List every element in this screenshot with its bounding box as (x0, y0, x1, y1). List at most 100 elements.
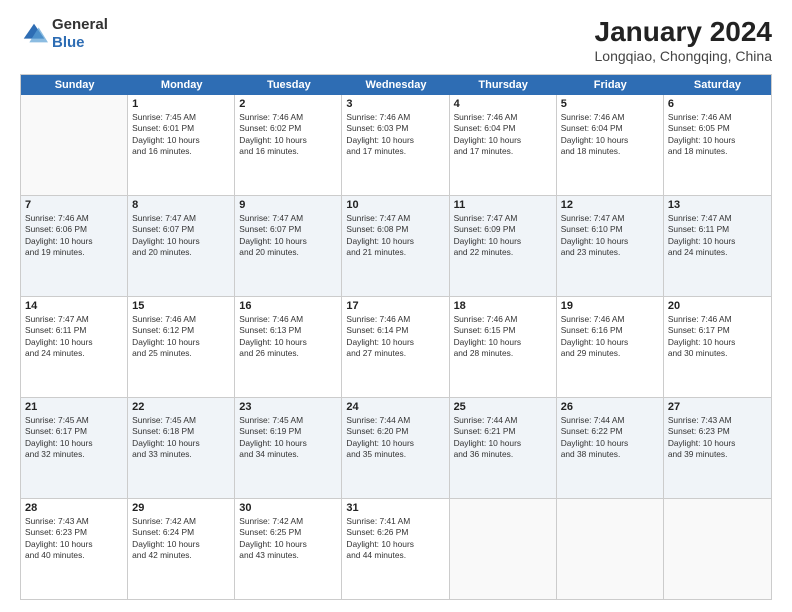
cell-info-line: and 43 minutes. (239, 550, 337, 561)
cell-info-line: Sunrise: 7:46 AM (668, 112, 767, 123)
cell-info-line: Sunrise: 7:44 AM (561, 415, 659, 426)
cal-cell-3-5: 26Sunrise: 7:44 AMSunset: 6:22 PMDayligh… (557, 398, 664, 498)
logo-blue: Blue (52, 34, 85, 51)
day-number: 29 (132, 502, 230, 514)
cell-info-line: Sunset: 6:23 PM (25, 527, 123, 538)
cell-info-line: and 33 minutes. (132, 449, 230, 460)
cell-info-line: and 24 minutes. (668, 247, 767, 258)
cal-cell-1-4: 11Sunrise: 7:47 AMSunset: 6:09 PMDayligh… (450, 196, 557, 296)
cal-cell-3-6: 27Sunrise: 7:43 AMSunset: 6:23 PMDayligh… (664, 398, 771, 498)
cell-info-line: Daylight: 10 hours (132, 438, 230, 449)
cell-info-line: Sunrise: 7:45 AM (25, 415, 123, 426)
cell-info-line: Sunset: 6:05 PM (668, 123, 767, 134)
cal-cell-0-5: 5Sunrise: 7:46 AMSunset: 6:04 PMDaylight… (557, 95, 664, 195)
cell-info-line: and 32 minutes. (25, 449, 123, 460)
cell-info-line: Sunrise: 7:46 AM (239, 314, 337, 325)
logo: General Blue (20, 16, 108, 52)
cell-info-line: and 42 minutes. (132, 550, 230, 561)
cell-info-line: and 18 minutes. (668, 146, 767, 157)
cal-cell-1-5: 12Sunrise: 7:47 AMSunset: 6:10 PMDayligh… (557, 196, 664, 296)
cal-cell-3-3: 24Sunrise: 7:44 AMSunset: 6:20 PMDayligh… (342, 398, 449, 498)
cell-info-line: Daylight: 10 hours (132, 236, 230, 247)
cell-info-line: Sunrise: 7:47 AM (454, 213, 552, 224)
cell-info-line: Sunrise: 7:46 AM (346, 314, 444, 325)
cell-info-line: and 30 minutes. (668, 348, 767, 359)
cell-info-line: Daylight: 10 hours (454, 135, 552, 146)
cell-info-line: Sunset: 6:01 PM (132, 123, 230, 134)
cal-cell-2-1: 15Sunrise: 7:46 AMSunset: 6:12 PMDayligh… (128, 297, 235, 397)
day-number: 24 (346, 401, 444, 413)
day-number: 13 (668, 199, 767, 211)
cal-cell-3-4: 25Sunrise: 7:44 AMSunset: 6:21 PMDayligh… (450, 398, 557, 498)
cell-info-line: Sunset: 6:09 PM (454, 224, 552, 235)
day-number: 7 (25, 199, 123, 211)
cal-cell-0-2: 2Sunrise: 7:46 AMSunset: 6:02 PMDaylight… (235, 95, 342, 195)
logo-icon (20, 20, 48, 48)
cell-info-line: Sunset: 6:02 PM (239, 123, 337, 134)
cell-info-line: Daylight: 10 hours (239, 337, 337, 348)
cal-cell-2-5: 19Sunrise: 7:46 AMSunset: 6:16 PMDayligh… (557, 297, 664, 397)
cell-info-line: Daylight: 10 hours (668, 135, 767, 146)
cal-cell-4-4 (450, 499, 557, 599)
cal-cell-4-6 (664, 499, 771, 599)
cal-cell-4-0: 28Sunrise: 7:43 AMSunset: 6:23 PMDayligh… (21, 499, 128, 599)
cal-cell-3-1: 22 Sunrise: 7:45 AMSunset: 6:18 PMDayligh… (128, 398, 235, 498)
day-number: 4 (454, 98, 552, 110)
cal-cell-3-2: 23Sunrise: 7:45 AMSunset: 6:19 PMDayligh… (235, 398, 342, 498)
cell-info-line: Daylight: 10 hours (346, 438, 444, 449)
cell-info-line: and 16 minutes. (132, 146, 230, 157)
cell-info-line: Daylight: 10 hours (346, 236, 444, 247)
cell-info-line: Sunrise: 7:41 AM (346, 516, 444, 527)
cell-info-line: Sunrise: 7:46 AM (668, 314, 767, 325)
cell-info-line: and 29 minutes. (561, 348, 659, 359)
cell-info-line: Daylight: 10 hours (561, 236, 659, 247)
week-row-2: 14Sunrise: 7:47 AMSunset: 6:11 PMDayligh… (21, 297, 771, 398)
cell-info-line: Sunrise: 7:45 AM (132, 415, 230, 426)
day-number: 9 (239, 199, 337, 211)
day-number: 22 (132, 401, 230, 413)
cell-info-line: Sunset: 6:07 PM (239, 224, 337, 235)
cell-info-line: Daylight: 10 hours (132, 135, 230, 146)
header-day-monday: Monday (128, 75, 235, 95)
cell-info-line: Sunset: 6:22 PM (561, 426, 659, 437)
cell-info-line: and 20 minutes. (239, 247, 337, 258)
cell-info-line: Sunrise: 7:47 AM (561, 213, 659, 224)
month-title: January 2024 (595, 16, 772, 48)
week-row-3: 21Sunrise: 7:45 AMSunset: 6:17 PMDayligh… (21, 398, 771, 499)
cal-cell-4-5 (557, 499, 664, 599)
cell-info-line: Daylight: 10 hours (346, 337, 444, 348)
cell-info-line: Sunrise: 7:47 AM (346, 213, 444, 224)
cell-info-line: Daylight: 10 hours (239, 135, 337, 146)
header-day-saturday: Saturday (664, 75, 771, 95)
day-number: 28 (25, 502, 123, 514)
cell-info-line: and 17 minutes. (454, 146, 552, 157)
calendar-header: SundayMondayTuesdayWednesdayThursdayFrid… (21, 75, 771, 95)
cal-cell-2-6: 20Sunrise: 7:46 AMSunset: 6:17 PMDayligh… (664, 297, 771, 397)
cell-info-line: Daylight: 10 hours (454, 438, 552, 449)
cell-info-line: and 19 minutes. (25, 247, 123, 258)
cell-info-line: Sunset: 6:24 PM (132, 527, 230, 538)
cell-info-line: Sunset: 6:10 PM (561, 224, 659, 235)
cell-info-line: Sunset: 6:08 PM (346, 224, 444, 235)
cell-info-line: Sunset: 6:13 PM (239, 325, 337, 336)
cell-info-line: and 39 minutes. (668, 449, 767, 460)
header-day-tuesday: Tuesday (235, 75, 342, 95)
cell-info-line: and 21 minutes. (346, 247, 444, 258)
cell-info-line: Sunrise: 7:43 AM (25, 516, 123, 527)
cal-cell-0-0 (21, 95, 128, 195)
day-number: 15 (132, 300, 230, 312)
cell-info-line: Sunset: 6:14 PM (346, 325, 444, 336)
cell-info-line: Sunset: 6:11 PM (25, 325, 123, 336)
cell-info-line: Sunset: 6:18 PM (132, 426, 230, 437)
week-row-0: 1Sunrise: 7:45 AMSunset: 6:01 PMDaylight… (21, 95, 771, 196)
cell-info-line: Sunset: 6:12 PM (132, 325, 230, 336)
cell-info-line: Daylight: 10 hours (668, 337, 767, 348)
day-number: 18 (454, 300, 552, 312)
day-number: 30 (239, 502, 337, 514)
cell-info-line: Sunrise: 7:46 AM (454, 314, 552, 325)
cell-info-line: Daylight: 10 hours (132, 539, 230, 550)
cell-info-line: and 35 minutes. (346, 449, 444, 460)
cell-info-line: Sunset: 6:11 PM (668, 224, 767, 235)
cell-info-line: and 27 minutes. (346, 348, 444, 359)
header-day-sunday: Sunday (21, 75, 128, 95)
